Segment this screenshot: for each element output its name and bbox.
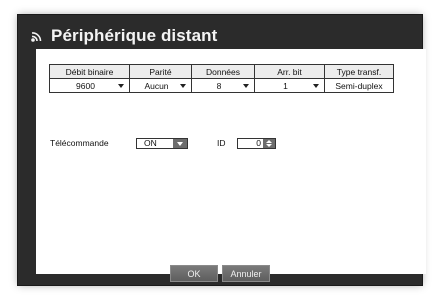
- data-bits-select[interactable]: 8: [191, 78, 255, 93]
- chevron-down-icon[interactable]: [266, 143, 272, 147]
- chevron-down-icon: [313, 84, 319, 88]
- transfer-type-value: Semi-duplex: [335, 80, 383, 91]
- id-label: ID: [217, 138, 226, 148]
- ok-button[interactable]: OK: [170, 265, 218, 282]
- serial-settings-table: Débit binaire Parité Données Arr. bit Ty…: [49, 64, 394, 93]
- dialog-title-bar: Périphérique distant: [30, 26, 217, 46]
- chevron-down-icon: [243, 84, 249, 88]
- chevron-up-icon[interactable]: [266, 139, 272, 143]
- remote-device-dialog: Périphérique distant Débit binaire Parit…: [18, 15, 426, 285]
- table-header-row: Débit binaire Parité Données Arr. bit Ty…: [49, 64, 394, 79]
- header-stop-bit: Arr. bit: [254, 64, 325, 79]
- remote-control-label: Télécommande: [50, 138, 109, 148]
- header-transfer-type: Type transf.: [324, 64, 394, 79]
- header-parity: Parité: [129, 64, 192, 79]
- dialog-title: Périphérique distant: [51, 26, 218, 45]
- chevron-down-icon: [180, 84, 186, 88]
- remote-control-row: Télécommande ON ID 0: [50, 136, 276, 150]
- dialog-buttons: OK Annuler: [18, 265, 422, 282]
- table-row: 9600 Aucun 8 1 Semi-duplex: [49, 78, 394, 93]
- cancel-button[interactable]: Annuler: [222, 265, 270, 282]
- data-bits-value: 8: [216, 80, 222, 91]
- stepper-arrows-icon[interactable]: [263, 138, 275, 148]
- remote-signal-icon: [30, 29, 46, 43]
- remote-control-select[interactable]: ON: [136, 137, 188, 149]
- remote-control-value: ON: [144, 138, 157, 148]
- chevron-down-icon: [118, 84, 124, 88]
- parity-value: Aucun: [144, 80, 169, 91]
- settings-panel: Débit binaire Parité Données Arr. bit Ty…: [36, 49, 426, 274]
- id-stepper[interactable]: 0: [237, 137, 276, 149]
- stop-bit-select[interactable]: 1: [254, 78, 325, 93]
- stop-bit-value: 1: [283, 80, 288, 91]
- baud-rate-value: 9600: [76, 80, 95, 91]
- chevron-down-icon[interactable]: [173, 138, 187, 148]
- transfer-type-select[interactable]: Semi-duplex: [324, 78, 394, 93]
- header-baud-rate: Débit binaire: [49, 64, 130, 79]
- baud-rate-select[interactable]: 9600: [49, 78, 130, 93]
- header-data-bits: Données: [191, 64, 255, 79]
- parity-select[interactable]: Aucun: [129, 78, 192, 93]
